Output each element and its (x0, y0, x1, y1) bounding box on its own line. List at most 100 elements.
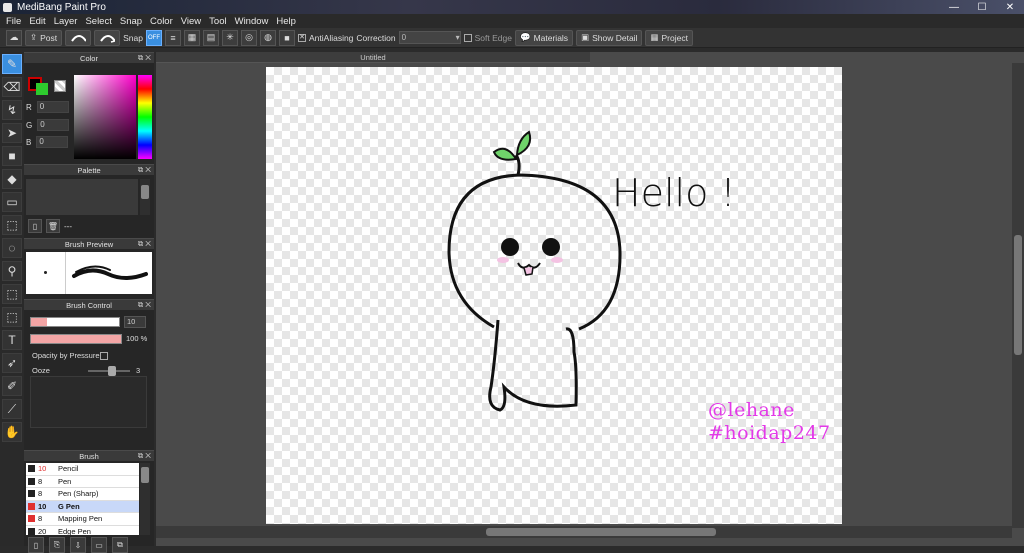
brush-list-item[interactable]: 8 Mapping Pen (26, 513, 139, 526)
vertical-scrollbar[interactable] (1012, 63, 1024, 528)
brush-preview-header: Brush Preview ⧉ ✕ (24, 238, 154, 249)
undo-icon (71, 34, 87, 42)
select-eraser-icon[interactable]: ⬚ (2, 307, 22, 327)
saturation-value-picker[interactable] (74, 75, 136, 159)
brush-list-item[interactable]: 8 Pen (Sharp) (26, 488, 139, 501)
snap-radial-icon[interactable]: ✳ (222, 29, 238, 46)
ooze-handle[interactable] (108, 366, 116, 376)
antialiasing-label: AntiAliasing (309, 32, 354, 43)
panel-float-close-icon[interactable]: ⧉ ✕ (138, 239, 151, 249)
eyedropper-icon[interactable]: ⟋ (2, 399, 22, 419)
brush-size: 8 (38, 514, 43, 524)
antialiasing-checkbox[interactable]: ✕ (298, 33, 306, 42)
menu-color[interactable]: Color (146, 16, 177, 27)
menu-layer[interactable]: Layer (50, 16, 82, 27)
eraser-icon[interactable]: ⌫ (2, 77, 22, 97)
duplicate-icon[interactable]: ⧉ (112, 537, 128, 553)
palette-scrollbar[interactable] (140, 179, 150, 215)
bucket-icon[interactable]: ◆ (2, 169, 22, 189)
new-brush-icon[interactable]: ▯ (28, 537, 44, 553)
snap-off-button[interactable]: OFF (146, 29, 162, 46)
snap-grid-icon[interactable]: ▦ (184, 29, 200, 46)
redo-button[interactable] (94, 29, 121, 46)
menu-tool[interactable]: Tool (205, 16, 230, 27)
copy-brush-icon[interactable]: ⎘ (49, 537, 65, 553)
blue-field[interactable]: 0 (36, 136, 69, 148)
hand-icon[interactable]: ✋ (2, 422, 22, 442)
color-panel: R0 G0 B0 (24, 63, 154, 164)
panel-float-close-icon[interactable]: ⧉ ✕ (138, 53, 151, 63)
menu-file[interactable]: File (2, 16, 25, 27)
snap-crisscross-icon[interactable]: ▤ (203, 29, 219, 46)
brush-scrollbar[interactable] (140, 463, 150, 535)
select-move-icon[interactable]: ➤ (2, 123, 22, 143)
hue-slider[interactable] (138, 75, 152, 159)
opacity-by-pressure-checkbox[interactable] (100, 352, 108, 360)
new-page-icon[interactable]: ▯ (28, 219, 42, 233)
menu-edit[interactable]: Edit (25, 16, 49, 27)
select-pen-icon[interactable]: ⬚ (2, 284, 22, 304)
lasso-icon[interactable]: ◌ (2, 238, 22, 258)
folder-icon[interactable]: ▭ (91, 537, 107, 553)
show-detail-button[interactable]: ▣ Show Detail (576, 29, 643, 46)
text-icon[interactable]: T (2, 330, 22, 350)
minimize-button[interactable]: — (940, 0, 968, 14)
palette-area[interactable] (26, 179, 138, 215)
menu-view[interactable]: View (177, 16, 205, 27)
toolbar: ☁ ⇪ Post Snap OFF ≡ ▦ ▤ ✳ ◎ ◍ ■ ✕ AntiAli… (0, 28, 1024, 48)
trash-icon[interactable]: 🗑 (46, 219, 60, 233)
document-tab[interactable]: Untitled (156, 52, 590, 63)
brush-list-item[interactable]: 20 Edge Pen (26, 526, 139, 535)
speech-icon: 💬 (519, 32, 531, 42)
rectangle-fill-icon[interactable]: ■ (2, 146, 22, 166)
snap-parallel-icon[interactable]: ≡ (165, 29, 181, 46)
panel-float-close-icon[interactable]: ⧉ ✕ (138, 451, 151, 461)
opacity-slider[interactable] (30, 334, 122, 344)
snap-circle-icon[interactable]: ◎ (241, 29, 257, 46)
watermark-hashtag: #hoidap247 (708, 422, 831, 444)
post-button[interactable]: ⇪ Post (25, 29, 63, 46)
menu-select[interactable]: Select (81, 16, 115, 27)
snap-square-icon[interactable]: ■ (279, 29, 295, 46)
menu-window[interactable]: Window (231, 16, 273, 27)
operation-icon[interactable]: ➶ (2, 353, 22, 373)
background-color-swatch[interactable] (36, 83, 48, 95)
correction-select[interactable]: 0 ▾ (398, 31, 461, 44)
brush-list-item[interactable]: 10 Pencil (26, 463, 139, 476)
import-brush-icon[interactable]: ⇩ (70, 537, 86, 553)
snap-curve-icon[interactable]: ◍ (260, 29, 276, 46)
pen-tool-icon[interactable]: ✎ (2, 54, 22, 74)
panel-float-close-icon[interactable]: ⧉ ✕ (138, 165, 151, 175)
canvas[interactable]: Hello ! @lehane #hoidap247 (266, 67, 842, 524)
materials-button[interactable]: 💬 Materials (514, 29, 574, 46)
red-field[interactable]: 0 (36, 101, 69, 113)
maximize-button[interactable]: ☐ (968, 0, 996, 14)
brush-list-item[interactable]: 8 Pen (26, 476, 139, 488)
soft-edge-checkbox[interactable] (463, 33, 472, 42)
select-rect-icon[interactable]: ⬚ (2, 215, 22, 235)
gradient-icon[interactable]: ▭ (2, 192, 22, 212)
detail-icon: ▣ (581, 32, 590, 42)
project-icon: ▦ (650, 32, 659, 42)
undo-button[interactable] (65, 29, 92, 46)
horizontal-scrollbar[interactable] (156, 526, 1012, 538)
menu-snap[interactable]: Snap (116, 16, 146, 27)
brush-size-slider[interactable] (30, 317, 120, 327)
brush-dot-preview (26, 252, 66, 294)
brush-size-field[interactable]: 10 (124, 316, 146, 328)
magic-wand-icon[interactable]: ⚲ (2, 261, 22, 281)
palette-panel-title: Palette (77, 165, 101, 175)
cloud-icon[interactable]: ☁ (6, 29, 22, 46)
green-field[interactable]: 0 (37, 119, 70, 131)
panel-float-close-icon[interactable]: ⧉ ✕ (138, 300, 151, 310)
brush-control-header: Brush Control ⧉ ✕ (24, 299, 154, 310)
brush-list-item[interactable]: 10 G Pen (26, 500, 139, 513)
project-button[interactable]: ▦ Project (645, 29, 693, 46)
menu-help[interactable]: Help (272, 16, 300, 27)
transparent-color-swatch[interactable] (54, 80, 66, 92)
brush-stroke-preview (72, 265, 148, 280)
divide-icon[interactable]: ✐ (2, 376, 22, 396)
fill-brush-icon[interactable]: ↯ (2, 100, 22, 120)
ooze-slider[interactable] (88, 366, 130, 376)
close-button[interactable]: ✕ (996, 0, 1024, 14)
